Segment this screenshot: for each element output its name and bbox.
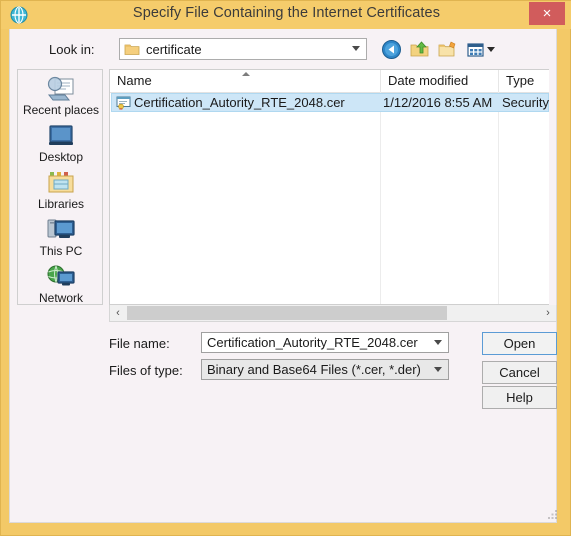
open-button[interactable]: Open xyxy=(482,332,557,355)
network-icon xyxy=(45,263,77,291)
horizontal-scrollbar[interactable]: ‹ › xyxy=(109,305,557,322)
views-icon[interactable] xyxy=(465,39,486,60)
sidebar-item-this-pc[interactable]: This PC xyxy=(19,213,103,259)
certificate-file-icon xyxy=(116,96,132,115)
libraries-icon xyxy=(45,169,77,197)
resize-grip[interactable] xyxy=(546,507,558,519)
window-title: Specify File Containing the Internet Cer… xyxy=(132,5,441,21)
scroll-left-arrow-icon[interactable]: ‹ xyxy=(110,305,126,321)
chevron-down-icon[interactable] xyxy=(434,367,442,372)
file-name-value: Certification_Autority_RTE_2048.cer xyxy=(207,335,418,350)
files-of-type-label: Files of type: xyxy=(109,363,183,378)
chevron-down-icon[interactable] xyxy=(487,47,495,52)
files-of-type-value: Binary and Base64 Files (*.cer, *.der) xyxy=(207,362,421,377)
sidebar-item-desktop[interactable]: Desktop xyxy=(19,119,103,165)
column-header-type[interactable]: Type xyxy=(499,70,549,92)
table-row[interactable]: Certification_Autority_RTE_2048.cer 1/12… xyxy=(111,93,549,112)
folder-icon xyxy=(124,42,140,61)
desktop-icon xyxy=(45,122,77,150)
back-navigation-icon[interactable] xyxy=(381,39,402,60)
file-name-label: File name: xyxy=(109,336,170,351)
recent-places-icon xyxy=(45,75,77,103)
sidebar-item-label: Desktop xyxy=(38,150,84,164)
file-type-cell: Security C xyxy=(502,95,549,110)
close-button[interactable]: × xyxy=(529,2,565,25)
file-name-input[interactable]: Certification_Autority_RTE_2048.cer xyxy=(201,332,449,353)
look-in-label: Look in: xyxy=(49,42,95,57)
sidebar-item-label: Recent places xyxy=(22,103,100,117)
sidebar-item-label: This PC xyxy=(39,244,83,258)
chevron-down-icon[interactable] xyxy=(352,46,360,51)
look-in-combobox[interactable]: certificate xyxy=(119,38,367,60)
sidebar-item-network[interactable]: Network xyxy=(19,260,103,306)
column-header-date-modified[interactable]: Date modified xyxy=(381,70,499,92)
sidebar-item-label: Network xyxy=(38,291,83,305)
this-pc-icon xyxy=(45,216,77,244)
scroll-right-arrow-icon[interactable]: › xyxy=(540,305,556,321)
file-name-cell: Certification_Autority_RTE_2048.cer xyxy=(134,95,345,110)
file-list[interactable]: Name Date modified Type Certification_Au… xyxy=(109,69,549,305)
title-bar: Specify File Containing the Internet Cer… xyxy=(1,1,571,29)
chevron-down-icon[interactable] xyxy=(434,340,442,345)
sort-ascending-icon xyxy=(242,72,250,76)
help-button[interactable]: Help xyxy=(482,386,557,409)
dialog-window-frame: Specify File Containing the Internet Cer… xyxy=(0,0,571,536)
sidebar-item-libraries[interactable]: Libraries xyxy=(19,166,103,212)
new-folder-icon[interactable] xyxy=(437,39,458,60)
file-list-header: Name Date modified Type xyxy=(110,70,549,93)
sidebar-item-label: Libraries xyxy=(37,197,85,211)
places-bar: Recent places Desktop Libraries This PC … xyxy=(17,69,103,305)
files-of-type-combobox[interactable]: Binary and Base64 Files (*.cer, *.der) xyxy=(201,359,449,380)
sidebar-item-recent-places[interactable]: Recent places xyxy=(19,72,103,118)
scrollbar-thumb[interactable] xyxy=(127,306,447,320)
file-date-cell: 1/12/2016 8:55 AM xyxy=(383,95,493,110)
up-one-level-icon[interactable] xyxy=(409,39,430,60)
look-in-value: certificate xyxy=(146,42,202,57)
cancel-button[interactable]: Cancel xyxy=(482,361,557,384)
